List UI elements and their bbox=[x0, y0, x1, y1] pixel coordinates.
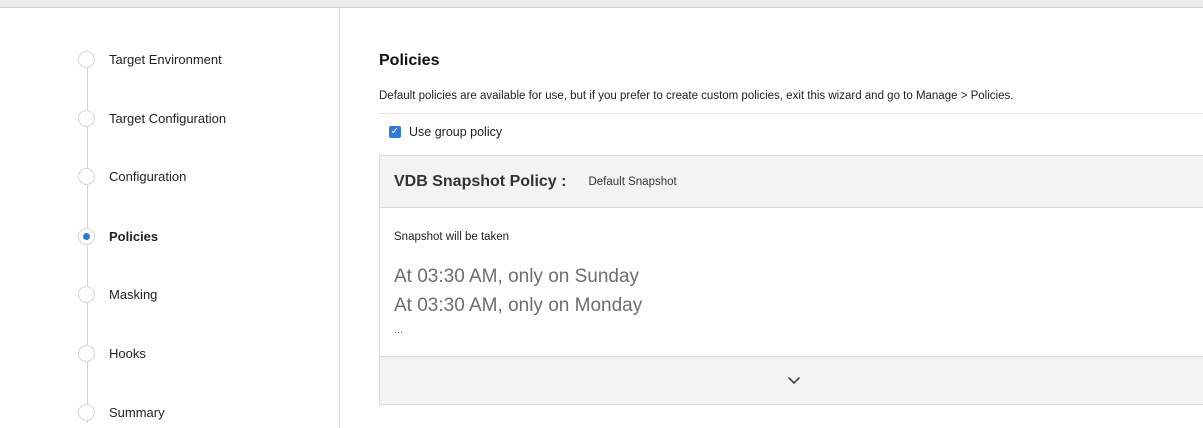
step-hooks[interactable]: Hooks bbox=[78, 343, 328, 363]
divider bbox=[379, 113, 1203, 114]
step-indicator bbox=[78, 50, 95, 68]
snapshot-policy-header: VDB Snapshot Policy : Default Snapshot bbox=[380, 156, 1203, 208]
step-label: Configuration bbox=[109, 168, 187, 184]
page-title: Policies bbox=[379, 52, 440, 69]
step-label: Policies bbox=[109, 228, 159, 244]
expand-schedules-button[interactable] bbox=[380, 356, 1203, 404]
step-indicator-active bbox=[78, 227, 95, 245]
step-indicator bbox=[78, 285, 95, 303]
step-label: Target Environment bbox=[109, 51, 222, 67]
use-group-policy-label[interactable]: Use group policy bbox=[409, 125, 502, 139]
step-label: Hooks bbox=[109, 345, 146, 361]
schedule-entry: At 03:30 AM, only on Sunday bbox=[394, 266, 640, 287]
step-target-environment[interactable]: Target Environment bbox=[78, 49, 328, 69]
step-indicator bbox=[78, 403, 95, 421]
step-configuration[interactable]: Configuration bbox=[78, 166, 328, 186]
snapshot-policy-card: VDB Snapshot Policy : Default Snapshot S… bbox=[379, 155, 1203, 405]
policies-description: Default policies are available for use, … bbox=[379, 90, 1014, 102]
step-label: Summary bbox=[109, 404, 165, 420]
step-indicator bbox=[78, 167, 95, 185]
checkbox-checked-icon[interactable]: ✓ bbox=[389, 126, 401, 138]
snapshot-policy-value: Default Snapshot bbox=[588, 175, 677, 188]
step-label: Masking bbox=[109, 286, 158, 302]
step-summary[interactable]: Summary bbox=[78, 402, 328, 422]
snapshot-policy-title: VDB Snapshot Policy : bbox=[394, 172, 567, 190]
step-indicator bbox=[78, 109, 95, 127]
schedule-entry: At 03:30 AM, only on Monday bbox=[394, 295, 643, 316]
step-target-configuration[interactable]: Target Configuration bbox=[78, 108, 328, 128]
step-policies[interactable]: Policies bbox=[78, 226, 328, 246]
policies-panel: Policies Default policies are available … bbox=[340, 8, 1203, 428]
use-group-policy-checkbox-row[interactable]: ✓ Use group policy bbox=[389, 125, 502, 139]
snapshot-subtitle: Snapshot will be taken bbox=[394, 231, 510, 243]
top-border bbox=[0, 0, 1203, 8]
step-indicator bbox=[78, 344, 95, 362]
step-label: Target Configuration bbox=[109, 110, 227, 126]
wizard-steps-sidebar: Target Environment Target Configuration … bbox=[0, 8, 340, 428]
chevron-down-icon[interactable] bbox=[788, 376, 800, 385]
more-schedules-ellipsis: ... bbox=[394, 324, 404, 336]
step-masking[interactable]: Masking bbox=[78, 284, 328, 304]
